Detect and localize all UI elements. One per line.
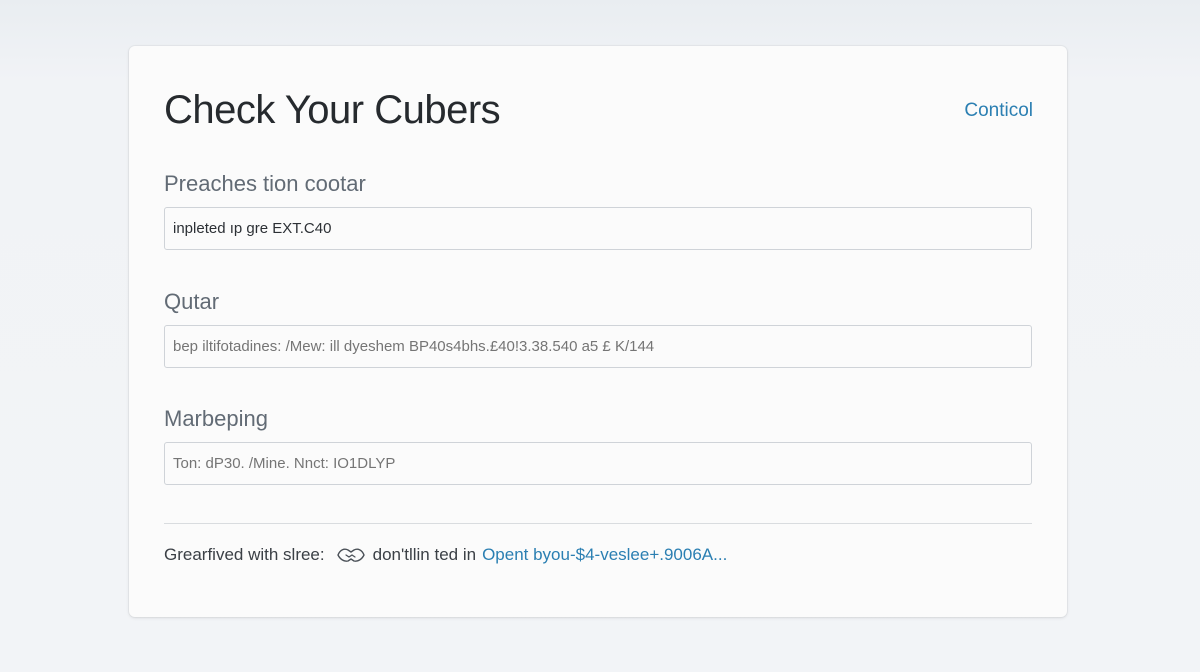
field-input-2[interactable] bbox=[164, 325, 1032, 368]
header-link[interactable]: Conticol bbox=[964, 99, 1033, 123]
footer-prefix: Grearfived with slree: bbox=[164, 545, 325, 564]
footer-note: Grearfived with slree: don'tllin ted in … bbox=[164, 543, 727, 567]
footer-middle: don'tllin ted in bbox=[372, 545, 477, 564]
handshake-icon bbox=[335, 544, 367, 566]
field-input-3[interactable] bbox=[164, 442, 1032, 485]
footer-link[interactable]: Opent byou-$4-veslee+.9006A... bbox=[482, 543, 727, 567]
field-label-3: Marbeping bbox=[164, 406, 268, 431]
page-title: Check Your Cubers bbox=[164, 88, 501, 132]
divider bbox=[164, 523, 1032, 524]
field-label-2: Qutar bbox=[164, 289, 220, 314]
field-input-1[interactable] bbox=[164, 207, 1032, 250]
field-label-1: Preaches tion cootar bbox=[164, 171, 366, 196]
check-card: Check Your Cubers Conticol Preaches tion… bbox=[129, 46, 1067, 617]
